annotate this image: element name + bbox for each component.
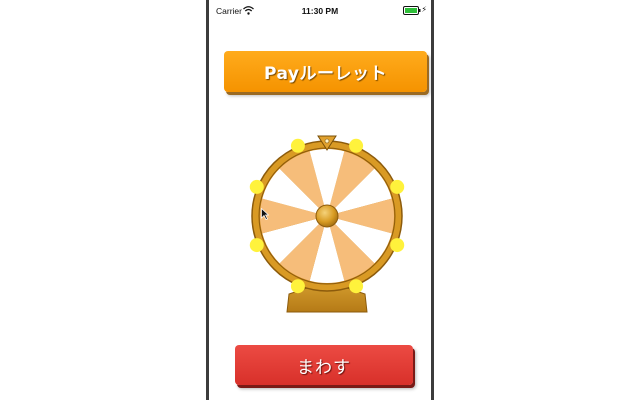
wheel-light [390,238,405,253]
wheel-light [290,138,305,153]
wheel-light [249,179,264,194]
title-banner: Payルーレット [224,51,427,92]
charging-icon: ⚡ [421,5,427,14]
wheel-light [349,138,364,153]
wheel-light [349,279,364,294]
roulette-wheel [249,135,405,313]
pointer-dot [324,138,330,144]
wheel-hub [315,204,339,228]
status-bar: Carrier 11:30 PM ⚡ [209,0,431,22]
battery-icon [403,6,421,15]
phone-screen: Carrier 11:30 PM ⚡ Payルーレット まわす [206,0,434,400]
wheel-light [249,238,264,253]
status-time: 11:30 PM [301,6,339,16]
page-title: Payルーレット [263,64,388,84]
spin-button-label: まわす [297,357,351,378]
wheel-light [290,279,305,294]
mouse-cursor-icon [261,208,269,220]
spin-button[interactable]: まわす [235,345,413,385]
wheel-light [390,179,405,194]
